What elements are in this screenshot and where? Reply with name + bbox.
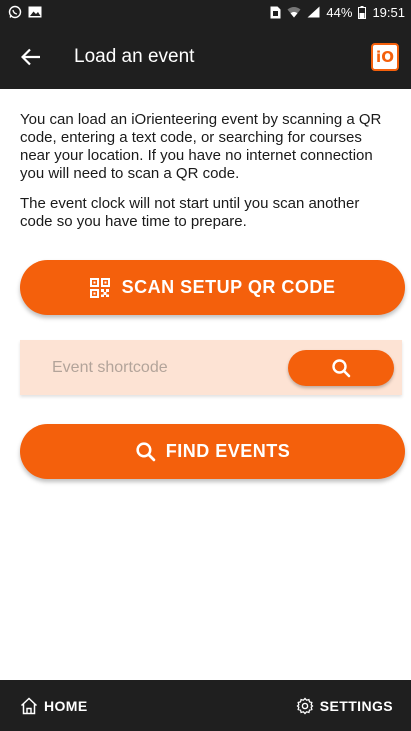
main-content: You can load an iOrienteering event by s… [0,89,411,243]
app-bar: Load an event iO [0,24,411,89]
nav-home-label: HOME [44,697,88,714]
wifi-icon [287,7,301,18]
find-events-label: FIND EVENTS [165,441,291,461]
page-title: Load an event [74,45,195,67]
arrow-left-icon [21,48,40,65]
status-left [8,5,42,19]
bottom-nav: HOME SETTINGS [0,680,411,731]
shortcode-bar [20,340,402,395]
sim-icon [270,6,281,18]
clock-time: 19:51 [372,4,405,20]
nav-settings[interactable]: SETTINGS [296,697,393,715]
search-icon [332,358,351,377]
gallery-icon [28,6,42,18]
intro-paragraph-2: The event clock will not start until you… [20,195,360,230]
gear-icon [296,697,314,714]
shortcode-search-button[interactable] [288,349,394,386]
status-bar: 44% 19:51 [0,0,411,24]
intro-text: You can load an iOrienteering event by s… [20,111,391,231]
intro-paragraph-1: You can load an iOrienteering event by s… [20,111,382,182]
signal-icon [307,6,320,18]
event-shortcode-input[interactable] [50,357,289,378]
nav-settings-label: SETTINGS [319,697,393,714]
logo-text: iO [376,47,394,66]
scan-qr-button[interactable]: SCAN SETUP QR CODE [20,260,405,315]
app-logo: iO [371,42,399,71]
whatsapp-icon [8,5,22,19]
scan-qr-label: SCAN SETUP QR CODE [121,277,336,297]
status-right: 44% 19:51 [270,5,405,20]
battery-icon [358,5,367,19]
back-button[interactable] [18,44,44,70]
home-icon [20,696,38,714]
find-events-button[interactable]: FIND EVENTS [20,424,405,479]
battery-percent: 44% [326,4,353,20]
nav-home[interactable]: HOME [20,696,88,715]
search-icon [136,442,155,462]
qr-code-icon [89,277,110,298]
